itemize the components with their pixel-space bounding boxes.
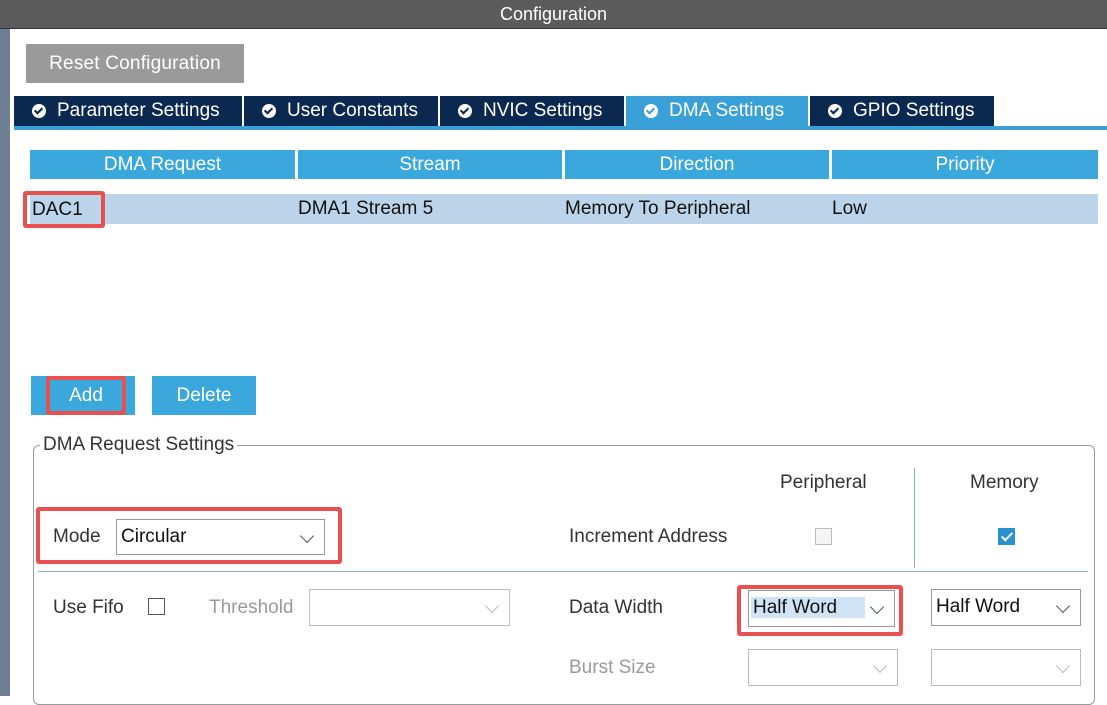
data-width-memory-select[interactable]: Half Word: [931, 589, 1081, 626]
increment-memory-checkbox[interactable]: [998, 528, 1015, 545]
add-label: Add: [46, 376, 126, 415]
mode-select[interactable]: Circular: [116, 519, 325, 555]
check-circle-icon: [32, 104, 46, 118]
burst-size-label: Burst Size: [569, 657, 656, 678]
cell-priority: Low: [832, 198, 867, 219]
delete-button[interactable]: Delete: [152, 376, 256, 415]
column-header-priority[interactable]: Priority: [832, 150, 1098, 179]
tab-label: Parameter Settings: [57, 100, 220, 121]
left-edge-bar: [0, 29, 10, 696]
memory-column-label: Memory: [970, 472, 1039, 493]
chevron-down-icon: [1055, 658, 1071, 674]
burst-size-peripheral-select[interactable]: [748, 649, 898, 686]
chevron-down-icon: [869, 599, 885, 615]
column-header-stream[interactable]: Stream: [298, 150, 562, 179]
tab-label: DMA Settings: [669, 100, 785, 121]
tab-parameter-settings[interactable]: Parameter Settings: [14, 96, 244, 126]
data-width-memory-value: Half Word: [936, 596, 1021, 617]
settings-legend: DMA Request Settings: [40, 434, 238, 456]
settings-divider: [38, 571, 1088, 572]
threshold-select[interactable]: [309, 589, 510, 626]
data-width-label: Data Width: [569, 597, 663, 618]
column-header-direction[interactable]: Direction: [565, 150, 829, 179]
tab-gpio-settings[interactable]: GPIO Settings: [810, 96, 996, 126]
check-circle-icon: [644, 104, 658, 118]
tab-nvic-settings[interactable]: NVIC Settings: [440, 96, 626, 126]
tab-label: User Constants: [287, 100, 418, 121]
data-width-peripheral-value: Half Word: [751, 597, 866, 618]
chevron-down-icon: [484, 598, 500, 614]
tab-user-constants[interactable]: User Constants: [244, 96, 440, 126]
use-fifo-checkbox[interactable]: [148, 598, 165, 615]
column-header-dma-request[interactable]: DMA Request: [30, 150, 295, 179]
check-circle-icon: [458, 104, 472, 118]
burst-size-memory-select[interactable]: [931, 649, 1081, 686]
check-circle-icon: [828, 104, 842, 118]
tab-underline: [14, 126, 1107, 130]
reset-configuration-button[interactable]: Reset Configuration: [26, 44, 244, 83]
tab-label: GPIO Settings: [853, 100, 975, 121]
increment-peripheral-checkbox[interactable]: [815, 528, 832, 545]
chevron-down-icon: [872, 658, 888, 674]
check-circle-icon: [262, 104, 276, 118]
cell-stream: DMA1 Stream 5: [298, 198, 434, 219]
column-divider: [914, 468, 915, 568]
threshold-label: Threshold: [209, 597, 294, 618]
chevron-down-icon: [299, 528, 315, 544]
tab-label: NVIC Settings: [483, 100, 603, 121]
cell-direction: Memory To Peripheral: [565, 198, 751, 219]
increment-address-label: Increment Address: [569, 526, 728, 547]
tab-bar: Parameter Settings User Constants NVIC S…: [14, 96, 996, 126]
data-width-peripheral-select[interactable]: Half Word: [748, 590, 895, 627]
cell-dma-request: DAC1: [23, 191, 105, 228]
tab-dma-settings[interactable]: DMA Settings: [626, 96, 810, 126]
add-button[interactable]: Add: [31, 376, 135, 415]
use-fifo-label: Use Fifo: [53, 597, 124, 618]
chevron-down-icon: [1055, 598, 1071, 614]
window-title: Configuration: [0, 0, 1107, 29]
mode-value: Circular: [121, 526, 187, 547]
mode-label: Mode: [53, 526, 101, 547]
peripheral-column-label: Peripheral: [780, 472, 867, 493]
